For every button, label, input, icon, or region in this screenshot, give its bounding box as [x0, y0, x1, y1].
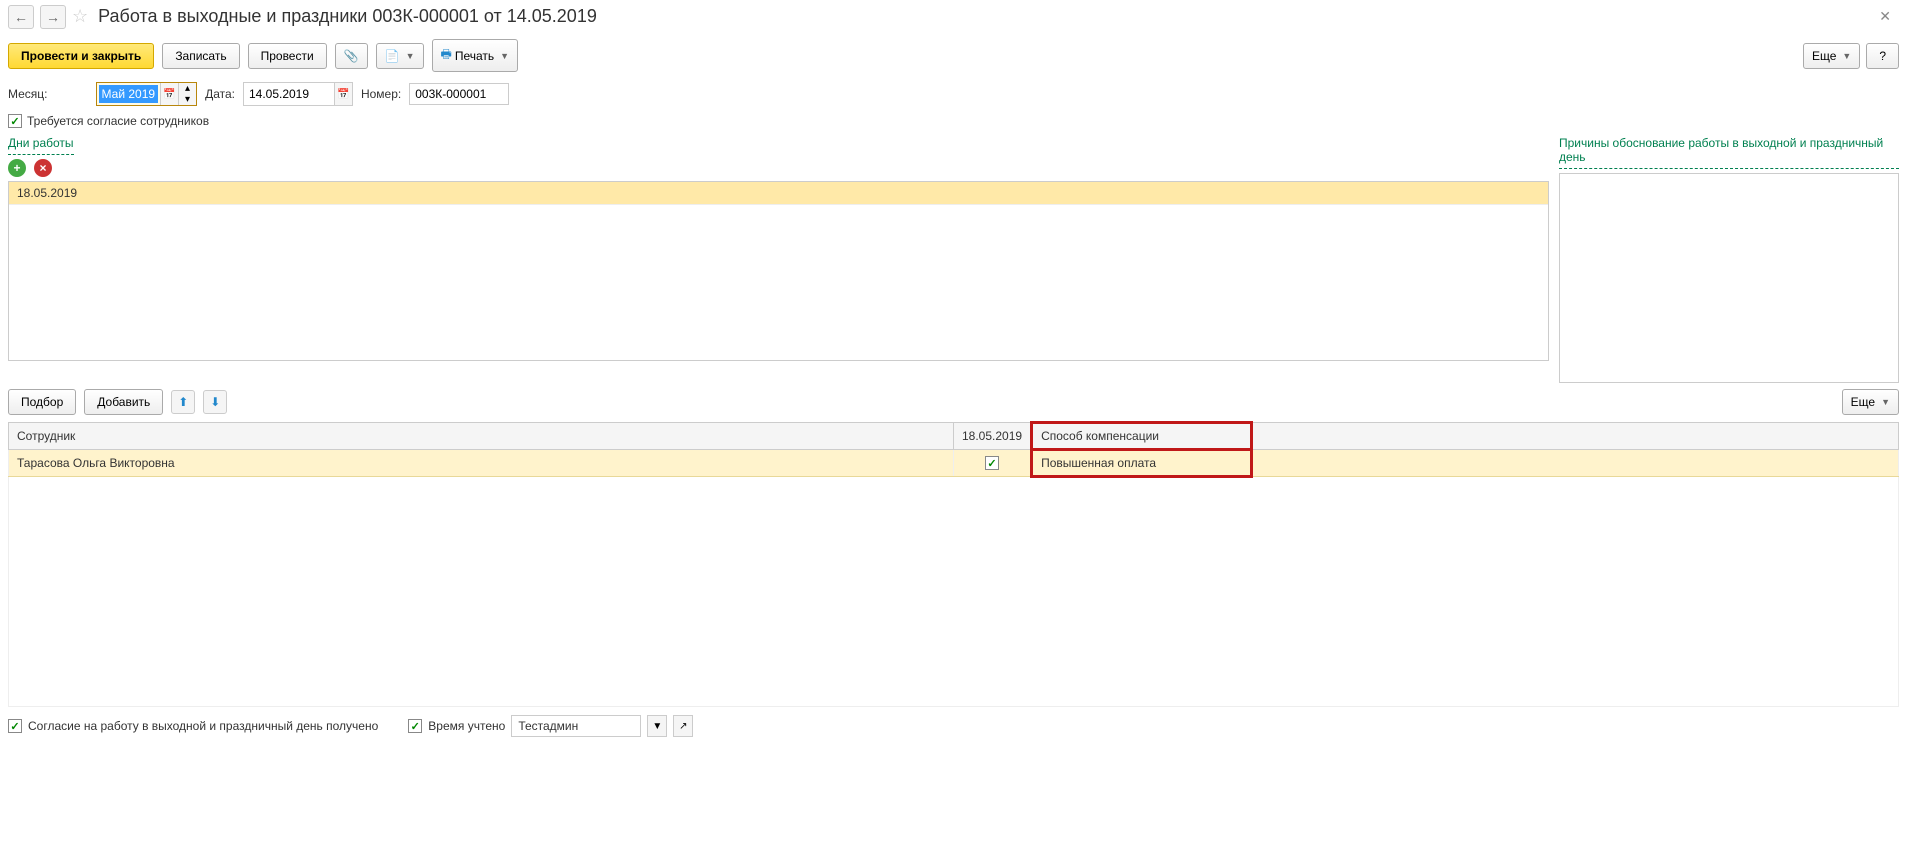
add-employee-button[interactable]: Добавить — [84, 389, 163, 415]
move-down-button[interactable]: ⬇ — [203, 390, 227, 414]
time-recorded-checkbox[interactable] — [408, 719, 422, 733]
compensation-header[interactable]: Способ компенсации — [1032, 423, 1252, 450]
nav-back-button[interactable]: ← — [8, 5, 34, 29]
print-button[interactable]: 🖶Печать▼ — [432, 39, 519, 72]
reasons-section-title[interactable]: Причины обоснование работы в выходной и … — [1559, 132, 1899, 169]
consent-received-checkbox[interactable] — [8, 719, 22, 733]
table-row[interactable]: Тарасова Ольга Викторовна Повышенная опл… — [9, 450, 1899, 477]
month-label: Месяц: — [8, 87, 48, 101]
save-button[interactable]: Записать — [162, 43, 239, 69]
consent-required-checkbox[interactable] — [8, 114, 22, 128]
chevron-down-icon: ▼ — [1842, 51, 1851, 61]
number-input[interactable] — [409, 83, 509, 105]
spacer-header — [1252, 423, 1899, 450]
attach-button[interactable]: 📎 — [335, 43, 368, 69]
create-based-on-button[interactable]: 📄▼ — [376, 43, 424, 69]
post-and-close-button[interactable]: Провести и закрыть — [8, 43, 154, 69]
more-button[interactable]: Еще▼ — [1803, 43, 1860, 69]
nav-forward-button[interactable]: → — [40, 5, 66, 29]
move-up-button[interactable]: ⬆ — [171, 390, 195, 414]
close-icon[interactable]: ✕ — [1871, 4, 1899, 29]
chevron-down-icon: ▼ — [500, 51, 509, 61]
month-calendar-button[interactable]: 📅 — [160, 83, 178, 105]
admin-value: Тестадмин — [518, 719, 578, 733]
paperclip-icon: 📎 — [344, 49, 359, 63]
consent-required-label: Требуется согласие сотрудников — [27, 114, 209, 128]
admin-open-button[interactable]: ↗ — [673, 715, 693, 737]
employee-date-checkbox[interactable] — [985, 456, 999, 470]
days-section-title[interactable]: Дни работы — [8, 132, 74, 155]
table-more-button[interactable]: Еще▼ — [1842, 389, 1899, 415]
table-empty-space — [9, 477, 1899, 707]
date-calendar-button[interactable]: 📅 — [334, 83, 352, 105]
employee-header[interactable]: Сотрудник — [9, 423, 954, 450]
date-input[interactable] — [244, 83, 334, 105]
printer-icon: 🖶 — [441, 45, 452, 66]
date-label: Дата: — [205, 87, 235, 101]
employees-table: Сотрудник 18.05.2019 Способ компенсации … — [8, 421, 1899, 707]
post-button[interactable]: Провести — [248, 43, 327, 69]
month-down-button[interactable]: ▾ — [178, 94, 196, 105]
reasons-textarea[interactable] — [1559, 173, 1899, 383]
month-input[interactable]: Май 2019 — [99, 85, 159, 103]
number-label: Номер: — [361, 87, 401, 101]
page-title: Работа в выходные и праздники 003К-00000… — [98, 6, 597, 27]
consent-received-label: Согласие на работу в выходной и празднич… — [28, 719, 378, 733]
admin-dropdown-button[interactable]: ▼ — [647, 715, 667, 737]
employee-cell[interactable]: Тарасова Ольга Викторовна — [9, 450, 954, 477]
chevron-down-icon: ▼ — [406, 51, 415, 61]
delete-day-button[interactable]: × — [34, 159, 52, 177]
month-up-button[interactable]: ▴ — [178, 83, 196, 94]
help-button[interactable]: ? — [1866, 43, 1899, 69]
compensation-cell[interactable]: Повышенная оплата — [1032, 450, 1252, 477]
document-icon: 📄 — [385, 49, 400, 63]
select-employee-button[interactable]: Подбор — [8, 389, 76, 415]
time-recorded-label: Время учтено — [428, 719, 505, 733]
days-list[interactable]: 18.05.2019 — [8, 181, 1549, 361]
date-column-header[interactable]: 18.05.2019 — [954, 423, 1032, 450]
date-check-cell[interactable] — [954, 450, 1032, 477]
star-icon[interactable]: ☆ — [72, 6, 88, 27]
add-day-button[interactable]: + — [8, 159, 26, 177]
chevron-down-icon: ▼ — [1881, 397, 1890, 407]
admin-select[interactable]: Тестадмин — [511, 715, 641, 737]
day-row[interactable]: 18.05.2019 — [9, 182, 1548, 205]
spacer-cell — [1252, 450, 1899, 477]
month-field[interactable]: Май 2019 📅 ▴ ▾ — [96, 82, 198, 106]
